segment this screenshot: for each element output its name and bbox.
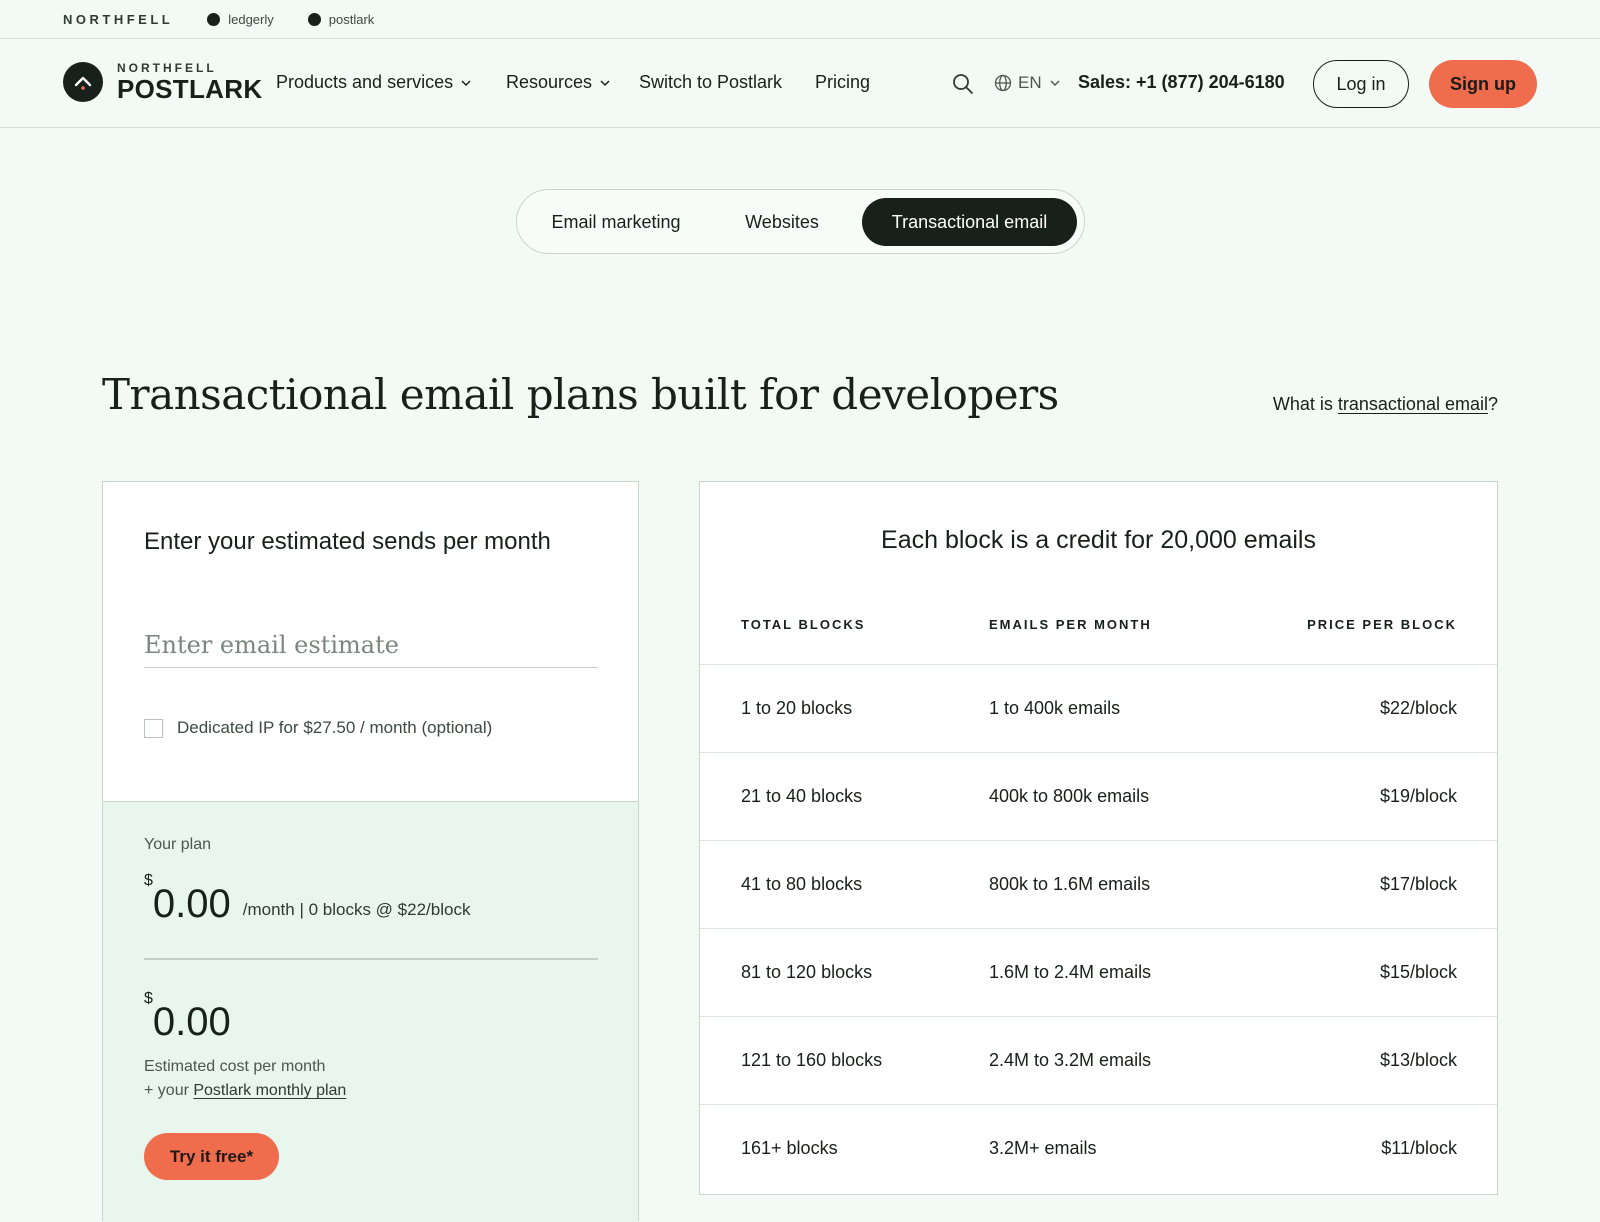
emails-cell: 400k to 800k emails xyxy=(989,786,1150,806)
emails-cell: 3.2M+ emails xyxy=(989,1138,1097,1158)
utility-link-label: ledgerly xyxy=(228,11,274,27)
table-row: 81 to 120 blocks 1.6M to 2.4M emails $15… xyxy=(700,928,1497,1016)
language-selector[interactable]: EN xyxy=(994,73,1062,93)
globe-icon xyxy=(994,74,1012,92)
estimator-card: Enter your estimated sends per month Ded… xyxy=(102,481,639,1222)
estimator-heading: Enter your estimated sends per month xyxy=(144,528,551,555)
page-title: Transactional email plans built for deve… xyxy=(102,370,1059,419)
logo-small-text: NORTHFELL xyxy=(117,61,217,75)
currency-symbol: $ xyxy=(144,990,153,1007)
ledgerly-dot-icon xyxy=(207,12,221,26)
nav-item-label: Switch to Postlark xyxy=(639,72,783,92)
logo-big-text: POSTLARK xyxy=(117,74,263,104)
plan-price: $ 0.00 /month | 0 blocks @ $22/block xyxy=(144,872,470,924)
chevron-down-icon xyxy=(600,79,610,86)
table-row: 1 to 20 blocks 1 to 400k emails $22/bloc… xyxy=(700,664,1497,752)
nav-resources[interactable]: Resources xyxy=(506,72,612,93)
blocks-cell: 161+ blocks xyxy=(741,1138,838,1158)
pricing-table-card: Each block is a credit for 20,000 emails… xyxy=(699,481,1498,1195)
chevron-down-icon xyxy=(1050,80,1060,87)
blocks-cell: 121 to 160 blocks xyxy=(741,1050,883,1070)
tab-websites[interactable]: Websites xyxy=(717,198,847,246)
blocks-cell: 1 to 20 blocks xyxy=(741,698,853,718)
plan-note: + your Postlark monthly plan xyxy=(144,1082,346,1100)
what-is-suffix: ? xyxy=(1487,394,1498,414)
estimated-total: $ 0.00 xyxy=(144,990,231,1042)
nav-item-label: Pricing xyxy=(815,72,871,92)
table-row: 41 to 80 blocks 800k to 1.6M emails $17/… xyxy=(700,840,1497,928)
estimated-total-value: 0.00 xyxy=(152,1000,231,1044)
what-is-prefix: What is xyxy=(1272,394,1338,414)
price-cell: $17/block xyxy=(1379,874,1457,894)
emails-cell: 1 to 400k emails xyxy=(989,698,1121,718)
divider xyxy=(144,958,598,960)
table-row: 121 to 160 blocks 2.4M to 3.2M emails $1… xyxy=(700,1016,1497,1104)
postlark-dot-icon xyxy=(307,12,321,26)
utility-bar: NORTHFELL ledgerly postlark xyxy=(0,0,1600,39)
sales-phone[interactable]: Sales: +1 (877) 204-6180 xyxy=(1078,72,1285,93)
utility-link-label: postlark xyxy=(328,11,375,27)
tab-transactional-email[interactable]: Transactional email xyxy=(862,198,1077,246)
emails-cell: 800k to 1.6M emails xyxy=(989,874,1151,894)
monthly-plan-link[interactable]: Postlark monthly plan xyxy=(193,1082,346,1099)
emails-cell: 2.4M to 3.2M emails xyxy=(989,1050,1152,1070)
login-button[interactable]: Log in xyxy=(1313,60,1409,108)
blocks-cell: 21 to 40 blocks xyxy=(741,786,863,806)
postlark-logo[interactable]: NORTHFELL POSTLARK xyxy=(63,62,262,102)
estimated-cost-label: Estimated cost per month xyxy=(144,1058,326,1075)
main-nav: NORTHFELL POSTLARK Products and services… xyxy=(0,40,1600,128)
price-cell: $15/block xyxy=(1379,962,1457,982)
email-estimate-input[interactable] xyxy=(144,622,598,668)
logo-mark-icon xyxy=(63,62,103,102)
plan-price-value: 0.00 xyxy=(152,882,231,926)
column-header-total-blocks: TOTAL BLOCKS xyxy=(741,617,866,632)
blocks-cell: 81 to 120 blocks xyxy=(741,962,873,982)
transactional-email-link[interactable]: transactional email xyxy=(1338,394,1488,414)
what-is-transactional: What is transactional email? xyxy=(1273,394,1498,415)
nav-switch-to-postlark[interactable]: Switch to Postlark xyxy=(639,72,782,93)
pricing-table-heading: Each block is a credit for 20,000 emails xyxy=(881,526,1316,554)
plan-label: Your plan xyxy=(144,836,212,853)
nav-item-label: Products and services xyxy=(276,72,454,92)
northfell-brand: NORTHFELL xyxy=(63,11,174,27)
tab-email-marketing[interactable]: Email marketing xyxy=(525,198,707,246)
search-icon[interactable] xyxy=(952,73,974,95)
plan-price-detail: /month | 0 blocks @ $22/block xyxy=(242,900,471,919)
plan-summary: Your plan $ 0.00 /month | 0 blocks @ $22… xyxy=(103,801,638,1222)
column-header-price-per-block: PRICE PER BLOCK xyxy=(1307,617,1457,632)
price-cell: $13/block xyxy=(1379,1050,1457,1070)
price-cell: $22/block xyxy=(1379,698,1457,718)
blocks-cell: 41 to 80 blocks xyxy=(741,874,863,894)
language-label: EN xyxy=(1018,73,1042,92)
dedicated-ip-label: Dedicated IP for $27.50 / month (optiona… xyxy=(177,718,493,737)
price-cell: $11/block xyxy=(1381,1138,1457,1158)
try-it-free-button[interactable]: Try it free* xyxy=(144,1133,279,1180)
dedicated-ip-option[interactable]: Dedicated IP for $27.50 / month (optiona… xyxy=(144,718,492,738)
price-cell: $19/block xyxy=(1379,786,1457,806)
table-row: 161+ blocks 3.2M+ emails $11/block xyxy=(700,1104,1497,1192)
table-row: 21 to 40 blocks 400k to 800k emails $19/… xyxy=(700,752,1497,840)
utility-link-postlark[interactable]: postlark xyxy=(307,11,375,27)
chevron-down-icon xyxy=(461,79,471,86)
signup-button[interactable]: Sign up xyxy=(1429,60,1537,108)
plan-note-prefix: + your xyxy=(144,1082,194,1099)
nav-item-label: Resources xyxy=(506,72,593,92)
nav-products-and-services[interactable]: Products and services xyxy=(276,72,473,93)
column-header-emails-per-month: EMAILS PER MONTH xyxy=(989,617,1152,632)
utility-link-ledgerly[interactable]: ledgerly xyxy=(207,12,274,27)
dedicated-ip-checkbox[interactable] xyxy=(144,718,163,738)
nav-pricing[interactable]: Pricing xyxy=(815,72,870,93)
currency-symbol: $ xyxy=(144,872,153,889)
emails-cell: 1.6M to 2.4M emails xyxy=(989,962,1152,982)
product-tabs: Email marketing Websites Transactional e… xyxy=(516,189,1085,254)
